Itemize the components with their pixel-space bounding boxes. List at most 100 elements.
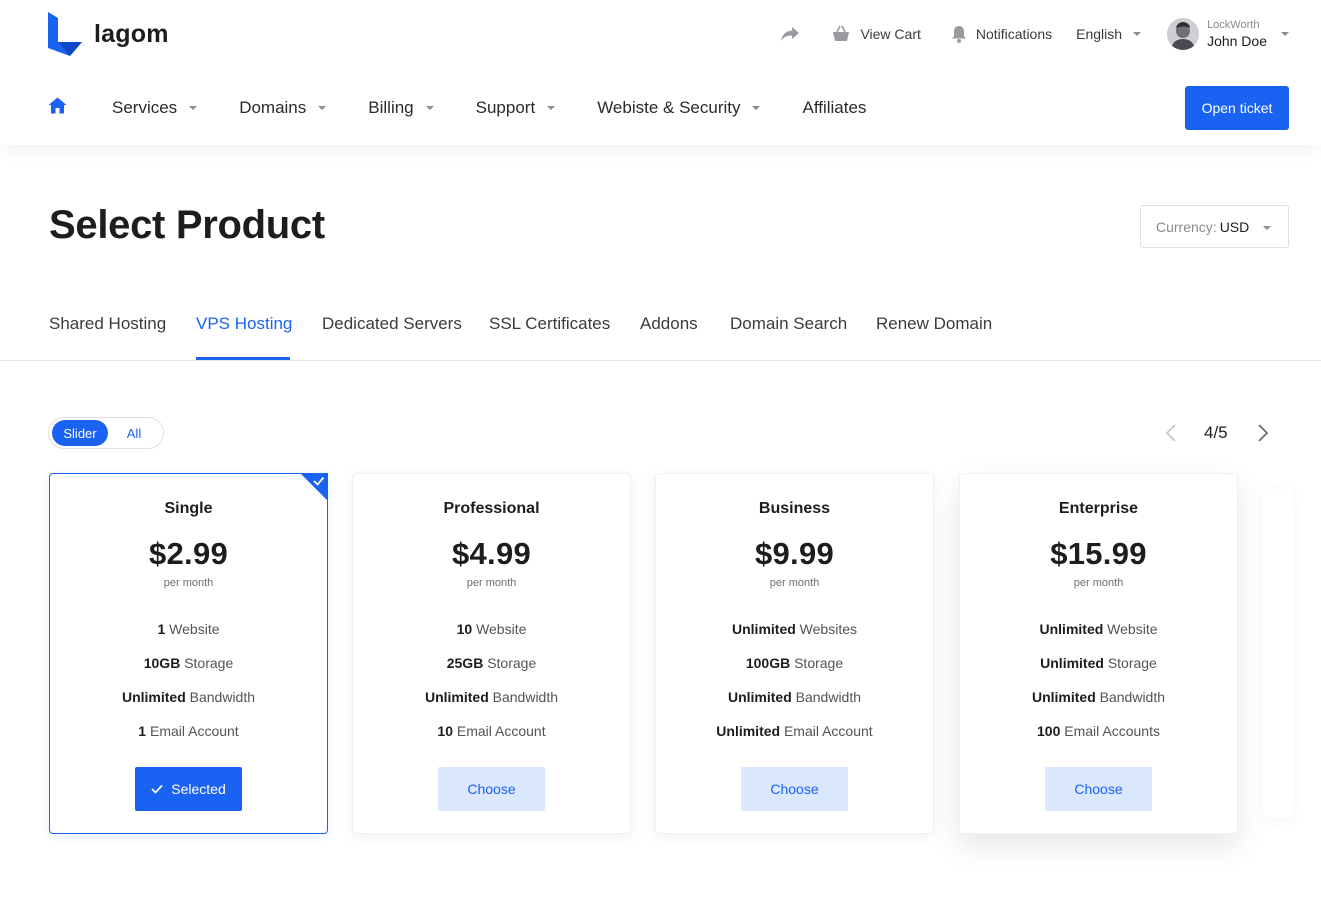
product-price: $15.99 [1050,536,1147,571]
product-card-business[interactable]: Business $9.99 per month Unlimited Websi… [655,473,934,834]
product-period: per month [769,577,820,589]
nav-item-label: Services [112,98,178,117]
nav-item-support[interactable]: Support [476,98,556,118]
choose-button[interactable]: Choose [438,767,545,811]
chevron-down-icon [1133,32,1142,36]
page-title: Select Product [49,203,325,247]
feature-value: Unlimited [121,689,186,705]
view-slider-button[interactable]: Slider [52,420,108,446]
check-icon [151,784,163,794]
nav-item-label: Billing [368,98,414,117]
view-cart-button[interactable]: View Cart [831,25,921,43]
feature-value: 100GB [745,655,791,671]
product-card-professional[interactable]: Professional $4.99 per month 10 Website … [352,473,631,834]
currency-selector[interactable]: Currency: USD [1140,205,1289,248]
chevron-down-icon [547,106,556,110]
feature-label: Bandwidth [492,689,559,705]
product-price: $4.99 [451,536,532,571]
view-all-button[interactable]: All [112,420,156,446]
feature-value: 10 [437,723,453,739]
button-label: Selected [171,781,226,797]
product-feature: 100GB Storage [656,655,933,671]
open-ticket-button[interactable]: Open ticket [1185,86,1289,130]
tab-vps-hosting[interactable]: VPS Hosting [196,314,292,334]
product-card-single[interactable]: Single $2.99 per month 1 Website 10GB St… [49,473,328,834]
nav-item-label: Affiliates [802,98,867,117]
chevron-left-icon[interactable] [1164,423,1178,443]
slider-pager: 4/5 [1160,420,1280,446]
user-info: LockWorth John Doe [1207,19,1267,50]
product-feature: 25GB Storage [353,655,630,671]
nav-item-label: Support [475,98,536,117]
feature-label: Bandwidth [795,689,862,705]
product-feature: 1 Website [50,621,327,637]
language-selector[interactable]: English [1076,26,1142,42]
nav-item-domains[interactable]: Domains [239,98,327,118]
feature-value: 10 [456,621,473,637]
feature-label: Websites [799,621,857,637]
feature-label: Storage [1107,655,1157,671]
tab-domain-search[interactable]: Domain Search [730,314,847,334]
feature-label: Storage [794,655,844,671]
feature-value: 25GB [446,655,484,671]
feature-label: Email Account [456,723,546,739]
nav-home[interactable] [48,97,67,119]
chevron-down-icon [1263,226,1271,230]
feature-value: Unlimited [1040,655,1104,671]
selected-button[interactable]: Selected [135,767,242,811]
feature-value: Unlimited [424,689,489,705]
tab-renew-domain[interactable]: Renew Domain [876,314,992,334]
choose-button[interactable]: Choose [1045,767,1152,811]
feature-value: Unlimited [1031,689,1096,705]
site-header: lagom View Cart Notifications English Lo… [0,0,1321,145]
feature-value: 10GB [143,655,181,671]
product-period: per month [466,577,517,589]
product-name: Professional [443,500,540,517]
brand-logo[interactable]: lagom [48,12,169,56]
product-feature: Unlimited Bandwidth [656,689,933,705]
product-feature: Unlimited Bandwidth [353,689,630,705]
nav-item-affiliates[interactable]: Affiliates [802,98,866,118]
product-card-next-peek[interactable] [1263,489,1293,817]
product-price: $9.99 [754,536,835,571]
product-feature: Unlimited Websites [656,621,933,637]
product-card-enterprise[interactable]: Enterprise $15.99 per month Unlimited We… [959,473,1238,834]
basket-icon [833,25,850,41]
tab-ssl-certificates[interactable]: SSL Certificates [489,314,610,334]
nav-item-website-security[interactable]: Webiste & Security [597,98,761,118]
nav-item-services[interactable]: Services [112,98,198,118]
share-arrow-icon [781,27,800,41]
product-feature: 1 Email Account [50,723,327,739]
chevron-down-icon [189,106,198,110]
feature-label: Email Accounts [1064,723,1160,739]
chevron-right-icon[interactable] [1256,423,1270,443]
choose-button[interactable]: Choose [741,767,848,811]
feature-label: Website [169,621,220,637]
product-feature: 10 Email Account [353,723,630,739]
feature-value: 1 [157,621,166,637]
utility-bar: View Cart Notifications English LockWort… [758,14,1289,54]
user-company: LockWorth [1207,18,1260,31]
lagom-logo-icon [48,12,82,56]
product-feature: Unlimited Website [960,621,1237,637]
product-feature: Unlimited Bandwidth [50,689,327,705]
share-button[interactable] [780,26,809,42]
user-name: John Doe [1207,32,1267,49]
feature-label: Email Account [149,723,239,739]
product-feature: Unlimited Bandwidth [960,689,1237,705]
feature-label: Bandwidth [189,689,256,705]
feature-value: Unlimited [732,621,796,637]
feature-label: Email Account [783,723,873,739]
tab-shared-hosting[interactable]: Shared Hosting [49,314,166,334]
tab-dedicated-servers[interactable]: Dedicated Servers [322,314,462,334]
product-feature: 100 Email Accounts [960,723,1237,739]
feature-value: Unlimited [716,723,781,739]
nav-item-billing[interactable]: Billing [368,98,434,118]
avatar [1167,18,1200,50]
brand-name: lagom [94,19,169,48]
tab-addons[interactable]: Addons [640,314,698,334]
notifications-button[interactable]: Notifications [951,25,1052,43]
user-menu[interactable]: LockWorth John Doe [1167,18,1289,50]
product-period: per month [1073,577,1124,589]
chevron-down-icon [1281,32,1289,36]
